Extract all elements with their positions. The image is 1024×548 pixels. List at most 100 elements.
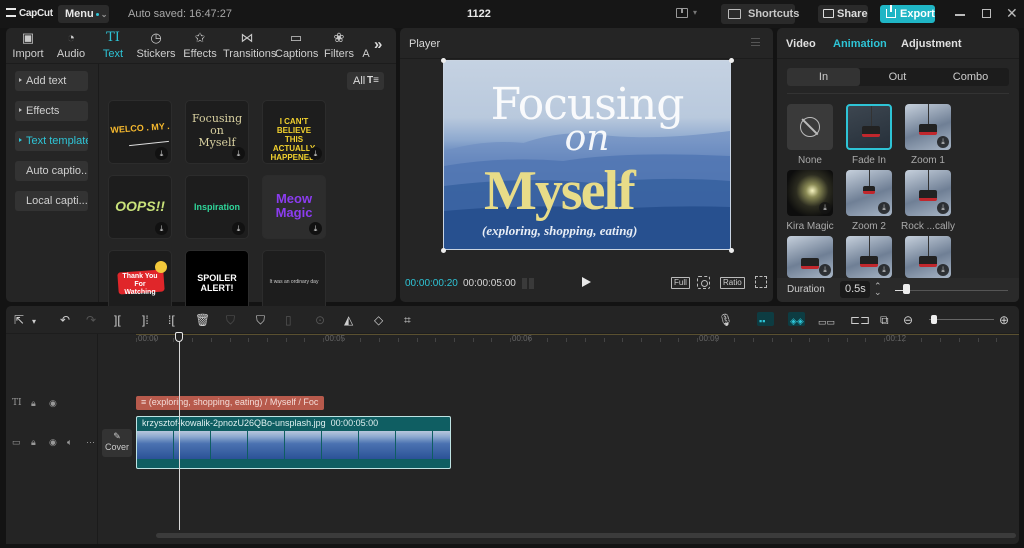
playhead[interactable] — [179, 342, 180, 530]
play-button[interactable] — [582, 277, 591, 287]
template-spoiler-alert[interactable]: SPOILER ALERT! — [185, 250, 249, 314]
download-icon[interactable]: ⤓ — [937, 264, 949, 276]
sidebar-item-local-captions[interactable]: Local capti... — [15, 191, 88, 211]
download-icon[interactable]: ⤓ — [878, 202, 890, 214]
tab-transitions[interactable]: ⋈ Transitions — [223, 30, 276, 60]
screenshot-icon[interactable]: ⧉ — [880, 314, 889, 326]
animation-item[interactable]: ⤓ — [787, 236, 833, 278]
tab-captions[interactable]: ▭ Captions — [275, 30, 318, 60]
lock-icon[interactable]: 🔒︎ — [31, 437, 36, 448]
tab-video[interactable]: Video — [786, 38, 816, 50]
fullscreen-icon[interactable] — [755, 276, 767, 288]
menu-button[interactable]: Menu ⌄ — [58, 5, 109, 23]
undo-icon[interactable]: ↶ — [60, 314, 70, 326]
download-icon[interactable]: ⤓ — [155, 147, 168, 160]
download-icon[interactable]: ⤓ — [309, 147, 322, 160]
preview-axis-icon[interactable]: ⊏⊐ — [850, 314, 870, 326]
full-quality-button[interactable]: Full — [671, 277, 690, 289]
playhead-handle[interactable] — [175, 332, 183, 342]
chevron-down-icon[interactable]: ▾ — [32, 316, 36, 328]
sidebar-item-add-text[interactable]: Add text — [15, 71, 88, 91]
chevron-down-icon[interactable]: ▾ — [693, 8, 697, 17]
sidebar-item-text-template[interactable]: Text template — [15, 131, 88, 151]
duration-slider[interactable] — [895, 290, 1008, 291]
animation-fade-in[interactable] — [846, 104, 892, 150]
animation-zoom-2[interactable]: ⤓ — [846, 170, 892, 216]
eye-icon[interactable]: ◉ — [49, 398, 57, 409]
zoom-fit-icon[interactable] — [697, 276, 710, 289]
tab-stickers[interactable]: ◷ Stickers — [136, 30, 176, 60]
text-clip[interactable]: ≡ (exploring, shopping, eating) / Myself… — [136, 396, 324, 410]
eye-icon[interactable]: ◉ — [49, 437, 57, 448]
maximize-button[interactable] — [982, 9, 991, 18]
cover-button[interactable]: ✎ Cover — [102, 429, 132, 457]
animation-kira-magic[interactable]: ⤓ — [787, 170, 833, 216]
horizontal-scrollbar[interactable] — [156, 533, 1016, 538]
download-icon[interactable]: ⤓ — [819, 264, 831, 276]
shield-icon[interactable]: ⛉ — [256, 314, 265, 326]
linkage-icon[interactable]: ▭▭ — [818, 316, 835, 328]
resize-handle[interactable] — [729, 248, 734, 253]
reverse-icon[interactable]: ⊙ — [315, 314, 325, 326]
template-meow-magic[interactable]: Meow Magic ⤓ — [262, 175, 326, 239]
download-icon[interactable]: ⤓ — [232, 222, 245, 235]
animation-item[interactable]: ⤓ — [846, 236, 892, 278]
tab-filters[interactable]: ❀ Filters — [324, 30, 354, 60]
tab-audio[interactable]: ◔ Audio — [54, 30, 88, 60]
audio-mute-icon[interactable]: 🔈︎ — [67, 437, 72, 448]
segment-out[interactable]: Out — [861, 68, 934, 86]
animation-zoom-1[interactable]: ⤓ — [905, 104, 951, 150]
preview-canvas[interactable]: Focusing on Myself (exploring, shopping,… — [443, 60, 731, 250]
freeze-icon[interactable]: ▯ — [285, 314, 292, 326]
duration-stepper-icon[interactable]: ⌃ ⌄ — [874, 282, 882, 297]
mirror-icon[interactable]: ◭ — [344, 314, 353, 326]
project-title[interactable]: 1122 — [467, 8, 491, 20]
split-right-icon[interactable]: ⁞[ — [168, 314, 175, 326]
template-cant-believe[interactable]: I CAN'T BELIEVE THIS ACTUALLY HAPPENED! … — [262, 100, 326, 164]
microphone-icon[interactable]: 🎙︎ — [718, 314, 733, 326]
timeline-zoom-handle[interactable] — [931, 315, 938, 324]
select-tool-icon[interactable]: ⇱ — [14, 314, 24, 326]
download-icon[interactable]: ⤓ — [937, 136, 949, 148]
split-left-icon[interactable]: ]⁞ — [142, 314, 149, 326]
tab-adjustment-partial[interactable]: A — [362, 30, 370, 60]
hamburger-menu-icon[interactable] — [751, 38, 760, 46]
ratio-button[interactable]: Ratio — [720, 277, 745, 289]
download-icon[interactable]: ⤓ — [309, 222, 322, 235]
animation-none[interactable] — [787, 104, 833, 150]
mask-icon[interactable]: ⛉ — [226, 314, 235, 326]
download-icon[interactable]: ⤓ — [819, 202, 831, 214]
download-icon[interactable]: ⤓ — [878, 264, 890, 276]
tab-effects[interactable]: ✩ Effects — [182, 30, 218, 60]
lock-icon[interactable]: 🔒︎ — [31, 398, 36, 409]
tab-import[interactable]: ▣ Import — [11, 30, 45, 60]
tab-animation[interactable]: Animation — [833, 38, 887, 50]
video-clip[interactable]: krzysztof-kowalik-2pnozU26QBo-unsplash.j… — [136, 416, 451, 469]
more-tabs-icon[interactable]: » — [374, 36, 382, 53]
download-icon[interactable]: ⤓ — [232, 147, 245, 160]
animation-item[interactable]: ⤓ — [905, 236, 951, 278]
resize-handle[interactable] — [441, 248, 446, 253]
template-thank-you[interactable]: Thank You For Watching — [108, 250, 172, 314]
minimize-button[interactable] — [955, 14, 965, 16]
grid-icon[interactable] — [522, 278, 535, 289]
delete-icon[interactable]: 🗑︎ — [195, 314, 210, 326]
crop-icon[interactable]: ⌗ — [404, 314, 411, 326]
timeline-zoom-slider[interactable] — [929, 319, 994, 320]
segment-combo[interactable]: Combo — [934, 68, 1007, 86]
split-icon[interactable]: ][ — [114, 314, 121, 326]
resize-handle[interactable] — [729, 58, 734, 63]
duration-slider-handle[interactable] — [903, 284, 911, 294]
sidebar-item-effects[interactable]: Effects — [15, 101, 88, 121]
tab-text[interactable]: TI Text — [98, 30, 128, 60]
template-welcome[interactable]: WELCO . MY . ⤓ — [108, 100, 172, 164]
rotate-icon[interactable]: ◇ — [374, 314, 383, 326]
duration-input[interactable]: 0.5s — [840, 281, 870, 298]
redo-icon[interactable]: ↷ — [86, 314, 96, 326]
tab-adjustment[interactable]: Adjustment — [901, 38, 962, 50]
template-ordinary-day[interactable]: It was an ordinary day — [262, 250, 326, 314]
close-button[interactable]: ✕ — [1006, 5, 1018, 22]
layout-icon[interactable] — [676, 8, 688, 18]
more-icon[interactable]: ⋯ — [86, 437, 95, 448]
download-icon[interactable]: ⤓ — [937, 202, 949, 214]
